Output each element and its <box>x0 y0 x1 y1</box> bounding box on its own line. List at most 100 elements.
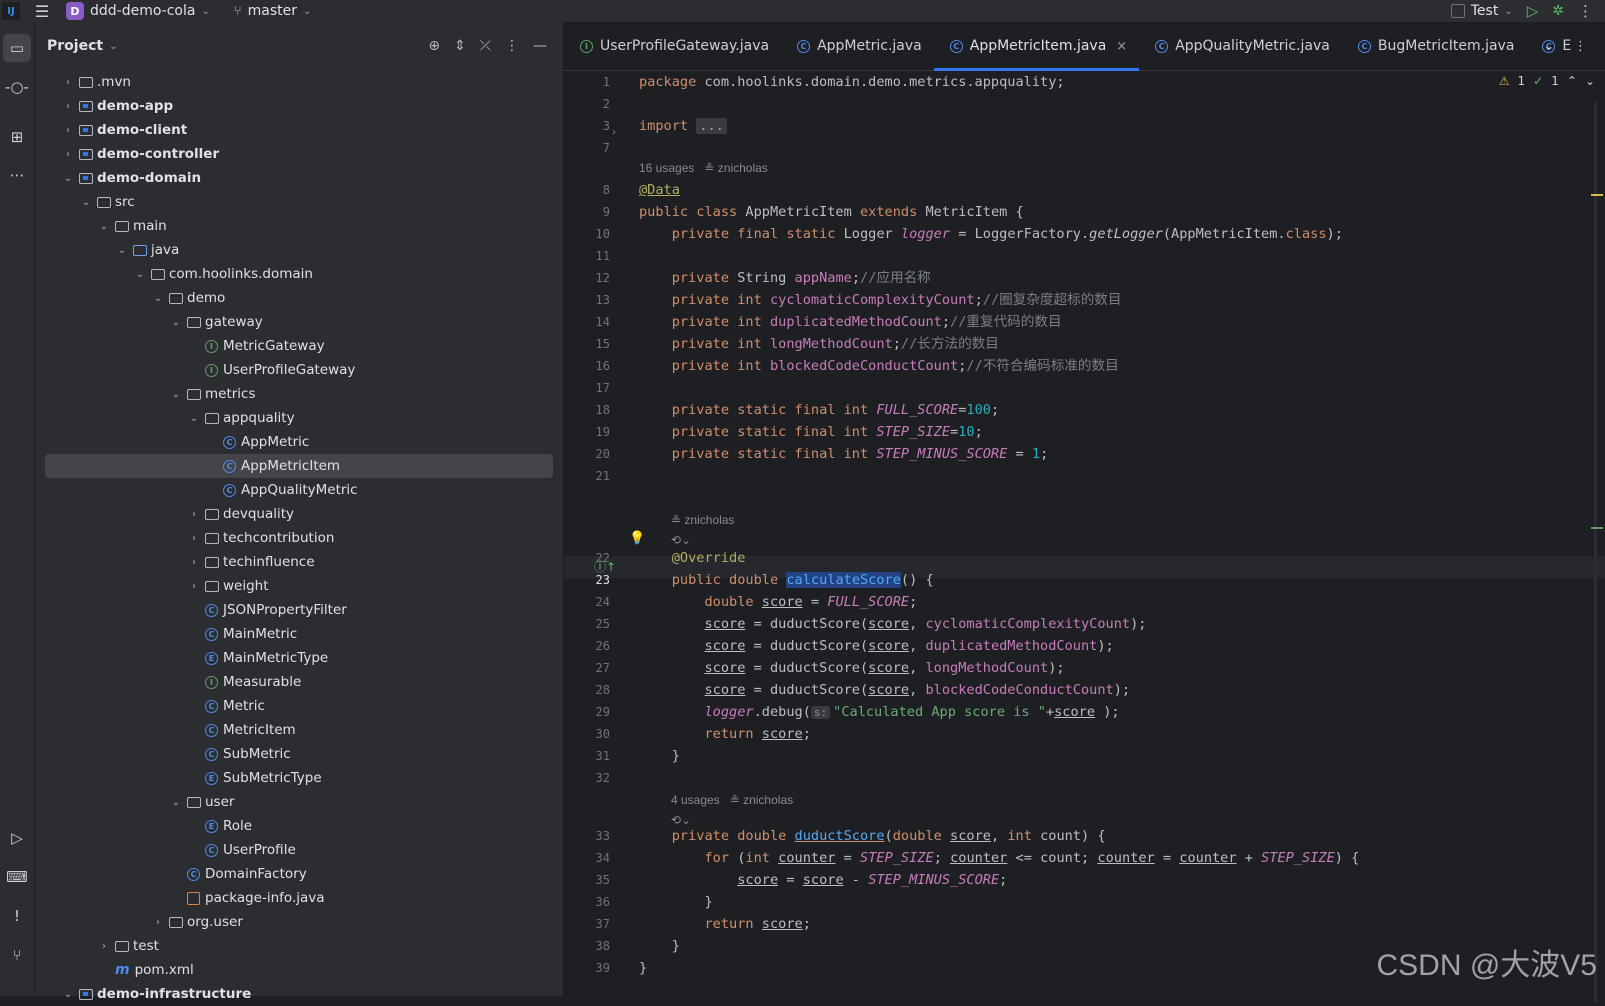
tree-item[interactable]: C UserProfile <box>35 838 563 862</box>
tree-item[interactable]: C MetricItem <box>35 718 563 742</box>
tree-item[interactable]: m pom.xml <box>35 958 563 982</box>
line-number[interactable]: 19 <box>596 425 610 439</box>
editor-tab[interactable]: C BugMetricItem.java <box>1342 22 1527 70</box>
tree-item[interactable]: E Role <box>35 814 563 838</box>
line-number[interactable]: 9 <box>603 205 610 219</box>
chevron-down-icon[interactable]: ⌄ <box>79 197 93 208</box>
tree-item[interactable]: › devquality <box>35 502 563 526</box>
more-tools-icon[interactable]: ⋯ <box>3 161 31 189</box>
tree-item[interactable]: › techcontribution <box>35 526 563 550</box>
tree-item[interactable]: C AppQualityMetric <box>35 478 563 502</box>
editor-tab[interactable]: C AppQualityMetric.java <box>1139 22 1342 70</box>
structure-tool-icon[interactable]: ⊞ <box>3 123 31 151</box>
chevron-down-icon[interactable]: ⌄ <box>169 317 183 328</box>
line-number[interactable]: 33 <box>596 829 610 843</box>
vcs-branch-widget[interactable]: ⑂ master ⌄ <box>234 3 312 19</box>
line-number[interactable]: 3 <box>603 119 610 133</box>
warning-stripe-marker[interactable] <box>1591 194 1603 196</box>
chevron-down-icon[interactable]: ⌄ <box>187 413 201 424</box>
project-tool-icon[interactable]: ▭ <box>3 34 31 62</box>
tree-item[interactable]: I Measurable <box>35 670 563 694</box>
tree-item[interactable]: C AppMetricItem <box>45 454 553 478</box>
tree-item[interactable]: › weight <box>35 574 563 598</box>
main-menu-icon[interactable]: ☰ <box>22 2 62 21</box>
project-panel-title[interactable]: Project <box>47 38 103 54</box>
chevron-down-icon[interactable]: ⌄ <box>97 221 111 232</box>
tree-item[interactable]: C DomainFactory <box>35 862 563 886</box>
chevron-down-icon[interactable]: ⌄ <box>151 293 165 304</box>
chevron-down-icon[interactable]: ⌄ <box>1543 39 1554 54</box>
problems-tool-icon[interactable]: ! <box>3 902 31 930</box>
tree-item[interactable]: ⌄ demo <box>35 286 563 310</box>
tree-item[interactable]: I UserProfileGateway <box>35 358 563 382</box>
services-tool-icon[interactable]: ▷ <box>3 824 31 852</box>
tree-item[interactable]: ⌄ appquality <box>35 406 563 430</box>
locate-file-icon[interactable]: ⊕ <box>428 38 440 54</box>
chevron-right-icon[interactable]: › <box>61 101 75 112</box>
chevron-down-icon[interactable]: ⌄ <box>1585 74 1595 88</box>
collapse-all-icon[interactable]: ⤫ <box>480 38 491 54</box>
chevron-down-icon[interactable]: ⌄ <box>169 797 183 808</box>
tree-item[interactable]: C SubMetric <box>35 742 563 766</box>
more-actions-icon[interactable]: ⋮ <box>1574 39 1587 54</box>
tree-item[interactable]: › demo-controller <box>35 142 563 166</box>
chevron-right-icon[interactable]: › <box>187 581 201 592</box>
tree-item[interactable]: E MainMetricType <box>35 646 563 670</box>
chevron-down-icon[interactable]: ⌄ <box>169 389 183 400</box>
line-number[interactable]: 39 <box>596 961 610 975</box>
line-number[interactable]: 18 <box>596 403 610 417</box>
run-icon[interactable]: ▷ <box>1527 2 1539 20</box>
tree-item[interactable]: C JSONPropertyFilter <box>35 598 563 622</box>
override-marker-icon[interactable]: Ⓘ↑ <box>594 556 616 578</box>
tree-item[interactable]: ⌄ com.hoolinks.domain <box>35 262 563 286</box>
tree-item[interactable]: package-info.java <box>35 886 563 910</box>
tree-item[interactable]: C Metric <box>35 694 563 718</box>
line-number[interactable]: 36 <box>596 895 610 909</box>
tree-item[interactable]: › org.user <box>35 910 563 934</box>
chevron-right-icon[interactable]: › <box>187 509 201 520</box>
tree-item[interactable]: ⌄ metrics <box>35 382 563 406</box>
line-number[interactable]: 31 <box>596 749 610 763</box>
tree-item[interactable]: › demo-client <box>35 118 563 142</box>
line-number[interactable]: 16 <box>596 359 610 373</box>
chevron-up-icon[interactable]: ⌃ <box>1567 74 1577 88</box>
line-number[interactable]: 38 <box>596 939 610 953</box>
line-number[interactable]: 8 <box>603 183 610 197</box>
usages-hint[interactable]: 4 usages ≗ znicholas <box>671 790 793 810</box>
chevron-down-icon[interactable]: ⌄ <box>109 41 117 52</box>
chevron-right-icon[interactable]: › <box>187 557 201 568</box>
editor-scrollbar[interactable] <box>1594 102 1597 1002</box>
tree-item[interactable]: › techinfluence <box>35 550 563 574</box>
chevron-down-icon[interactable]: ⌄ <box>115 245 129 256</box>
line-number[interactable]: 15 <box>596 337 610 351</box>
tree-item[interactable]: › demo-app <box>35 94 563 118</box>
run-configuration-selector[interactable]: Test ⌄ <box>1450 3 1513 19</box>
chevron-right-icon[interactable]: › <box>97 941 111 952</box>
tree-item[interactable]: › .mvn <box>35 70 563 94</box>
more-actions-icon[interactable]: ⋮ <box>1578 2 1593 20</box>
change-stripe-marker[interactable] <box>1591 527 1603 529</box>
line-number[interactable]: 11 <box>596 249 610 263</box>
line-number[interactable]: 13 <box>596 293 610 307</box>
editor-tab[interactable]: C AppMetricItem.java × <box>933 22 1140 71</box>
line-number[interactable]: 1 <box>603 75 610 89</box>
line-number[interactable]: 29 <box>596 705 610 719</box>
commit-tool-icon[interactable]: -○- <box>3 73 31 101</box>
project-switcher[interactable]: D ddd-demo-cola ⌄ <box>66 2 210 20</box>
editor-tab[interactable]: C AppMetric.java <box>781 22 934 70</box>
lightbulb-icon[interactable]: 💡 <box>629 531 645 546</box>
fold-import-icon[interactable]: › <box>612 122 616 144</box>
chevron-down-icon[interactable]: ⌄ <box>61 173 75 184</box>
author-hint[interactable]: ≗ znicholas <box>671 510 734 530</box>
line-number[interactable]: 32 <box>596 771 610 785</box>
tree-item[interactable]: ⌄ demo-infrastructure <box>35 982 563 1006</box>
chevron-right-icon[interactable]: › <box>61 125 75 136</box>
usages-hint[interactable]: 16 usages ≗ znicholas <box>639 158 768 178</box>
expand-all-icon[interactable]: ⇕ <box>454 38 466 54</box>
line-number[interactable]: 37 <box>596 917 610 931</box>
chevron-right-icon[interactable]: › <box>61 77 75 88</box>
line-number[interactable]: 14 <box>596 315 610 329</box>
line-number[interactable]: 26 <box>596 639 610 653</box>
line-number[interactable]: 12 <box>596 271 610 285</box>
tree-item[interactable]: ⌄ demo-domain <box>35 166 563 190</box>
